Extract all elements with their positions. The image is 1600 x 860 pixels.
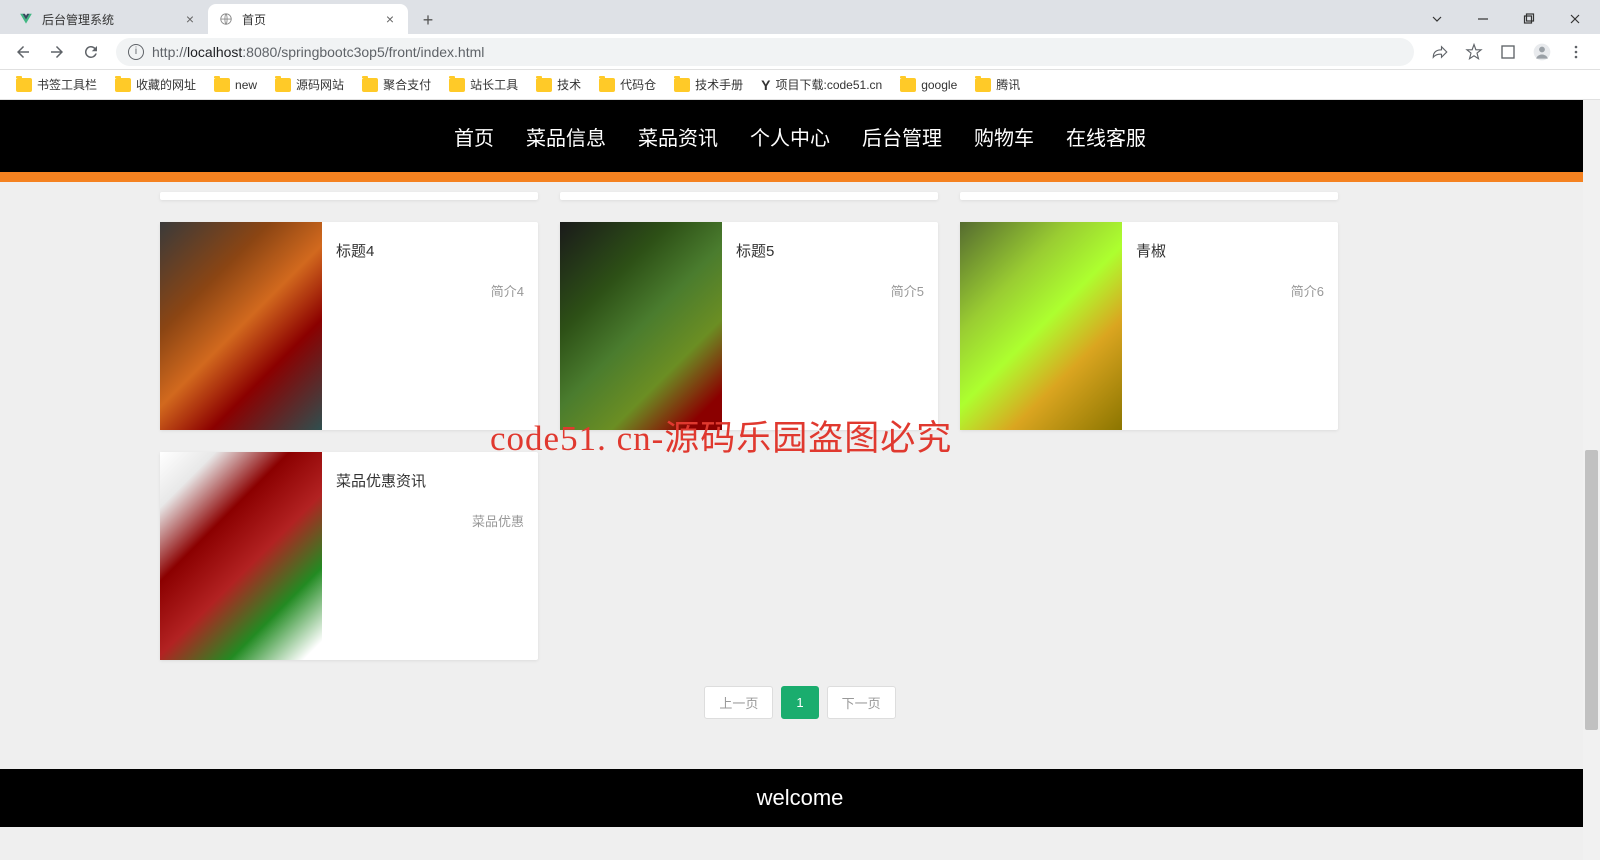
card-grid: 标题4 简介4 标题5 简介5 青椒 简介6 <box>160 192 1440 660</box>
page-1-button[interactable]: 1 <box>781 686 818 719</box>
tab-title: 首页 <box>242 11 266 28</box>
bookmark-item[interactable]: 聚合支付 <box>356 72 437 97</box>
profile-icon[interactable] <box>1526 37 1558 67</box>
nav-personal[interactable]: 个人中心 <box>750 122 830 151</box>
reload-button[interactable] <box>76 37 106 67</box>
folder-icon <box>599 78 615 92</box>
url-input[interactable]: i http://localhost:8080/springbootc3op5/… <box>116 38 1414 66</box>
maximize-icon[interactable] <box>1506 4 1552 34</box>
nav-service[interactable]: 在线客服 <box>1066 122 1146 151</box>
bookmark-item[interactable]: 书签工具栏 <box>10 72 103 97</box>
dish-desc: 简介4 <box>336 281 524 300</box>
scrollbar-thumb[interactable] <box>1585 450 1598 730</box>
close-icon[interactable]: × <box>382 11 398 27</box>
menu-icon[interactable] <box>1560 37 1592 67</box>
dish-title: 标题4 <box>336 240 524 261</box>
browser-tab-active[interactable]: 首页 × <box>208 4 408 34</box>
dish-desc: 简介5 <box>736 281 924 300</box>
url-text: http://localhost:8080/springbootc3op5/fr… <box>152 44 484 60</box>
folder-icon <box>449 78 465 92</box>
bookmark-item[interactable]: 收藏的网址 <box>109 72 202 97</box>
dish-title: 菜品优惠资讯 <box>336 470 524 491</box>
globe-icon <box>218 11 234 27</box>
bookmark-item[interactable]: 代码仓 <box>593 72 662 97</box>
nav-admin[interactable]: 后台管理 <box>862 122 942 151</box>
scrollbar-track[interactable] <box>1583 100 1600 860</box>
dish-image <box>160 452 322 660</box>
folder-icon <box>674 78 690 92</box>
window-controls <box>1414 4 1600 34</box>
next-page-button[interactable]: 下一页 <box>827 686 896 719</box>
dish-card[interactable]: 标题4 简介4 <box>160 222 538 430</box>
browser-tab[interactable]: 后台管理系统 × <box>8 4 208 34</box>
vue-icon <box>18 11 34 27</box>
folder-icon <box>214 78 230 92</box>
dish-desc: 简介6 <box>1136 281 1324 300</box>
browser-tab-strip: 后台管理系统 × 首页 × + <box>0 0 1600 34</box>
chevron-down-icon[interactable] <box>1414 4 1460 34</box>
bookmark-item[interactable]: 技术手册 <box>668 72 749 97</box>
forward-button[interactable] <box>42 37 72 67</box>
tab-title: 后台管理系统 <box>42 11 114 28</box>
dish-image <box>960 222 1122 430</box>
site-navigation: 首页 菜品信息 菜品资讯 个人中心 后台管理 购物车 在线客服 <box>0 100 1600 172</box>
share-icon[interactable] <box>1424 37 1456 67</box>
dish-desc: 菜品优惠 <box>336 511 524 530</box>
dish-card[interactable]: 标题5 简介5 <box>560 222 938 430</box>
bookmark-item[interactable]: new <box>208 74 263 96</box>
card-partial[interactable] <box>160 192 538 200</box>
accent-divider <box>0 172 1600 182</box>
new-tab-button[interactable]: + <box>414 6 442 34</box>
main-content: 标题4 简介4 标题5 简介5 青椒 简介6 <box>0 182 1600 739</box>
card-partial[interactable] <box>960 192 1338 200</box>
dish-title: 标题5 <box>736 240 924 261</box>
dish-title: 青椒 <box>1136 240 1324 261</box>
bookmark-item[interactable]: Y项目下载:code51.cn <box>755 72 888 97</box>
extensions-icon[interactable] <box>1492 37 1524 67</box>
page-footer: welcome <box>0 769 1600 827</box>
page-viewport[interactable]: 首页 菜品信息 菜品资讯 个人中心 后台管理 购物车 在线客服 标题4 简介4 <box>0 100 1600 860</box>
dish-image <box>160 222 322 430</box>
back-button[interactable] <box>8 37 38 67</box>
dish-card[interactable]: 菜品优惠资讯 菜品优惠 <box>160 452 538 660</box>
bookmark-item[interactable]: google <box>894 74 963 96</box>
y-icon: Y <box>761 77 770 93</box>
folder-icon <box>16 78 32 92</box>
nav-dish-info[interactable]: 菜品信息 <box>526 122 606 151</box>
bookmark-item[interactable]: 源码网站 <box>269 72 350 97</box>
dish-card[interactable]: 青椒 简介6 <box>960 222 1338 430</box>
nav-cart[interactable]: 购物车 <box>974 122 1034 151</box>
bookmarks-bar: 书签工具栏 收藏的网址 new 源码网站 聚合支付 站长工具 技术 代码仓 技术… <box>0 70 1600 100</box>
address-bar: i http://localhost:8080/springbootc3op5/… <box>0 34 1600 70</box>
folder-icon <box>975 78 991 92</box>
bookmark-item[interactable]: 技术 <box>530 72 587 97</box>
folder-icon <box>536 78 552 92</box>
close-window-icon[interactable] <box>1552 4 1598 34</box>
card-partial[interactable] <box>560 192 938 200</box>
folder-icon <box>900 78 916 92</box>
folder-icon <box>362 78 378 92</box>
dish-image <box>560 222 722 430</box>
nav-home[interactable]: 首页 <box>454 122 494 151</box>
bookmark-item[interactable]: 站长工具 <box>443 72 524 97</box>
bookmark-item[interactable]: 腾讯 <box>969 72 1026 97</box>
prev-page-button[interactable]: 上一页 <box>704 686 773 719</box>
folder-icon <box>275 78 291 92</box>
star-icon[interactable] <box>1458 37 1490 67</box>
info-icon[interactable]: i <box>128 44 144 60</box>
close-icon[interactable]: × <box>182 11 198 27</box>
minimize-icon[interactable] <box>1460 4 1506 34</box>
folder-icon <box>115 78 131 92</box>
nav-dish-news[interactable]: 菜品资讯 <box>638 122 718 151</box>
pagination: 上一页 1 下一页 <box>160 686 1440 719</box>
